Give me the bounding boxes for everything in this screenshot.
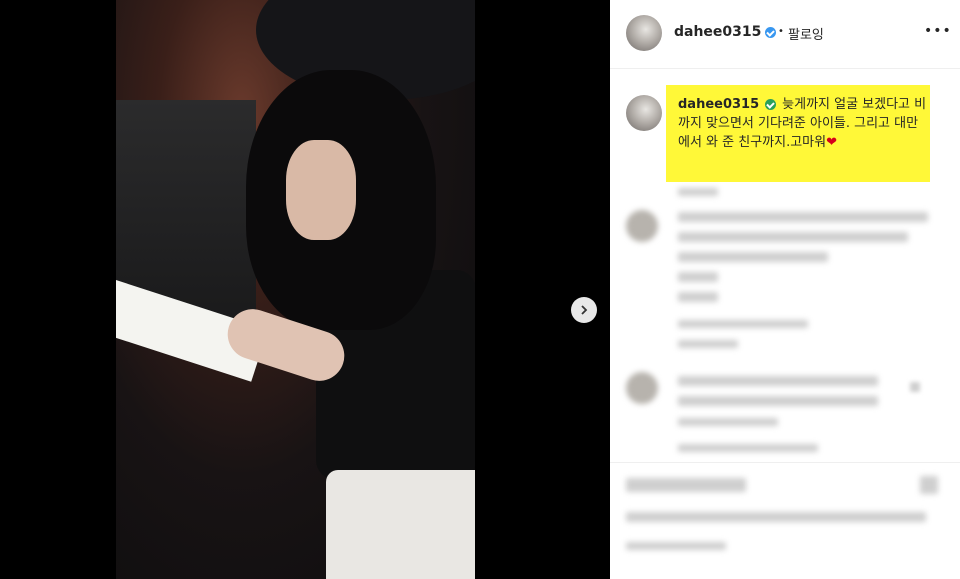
mid-gutter <box>475 0 610 579</box>
blurred-comment-line <box>678 212 928 222</box>
blurred-timestamp <box>678 188 718 196</box>
like-comment-icon[interactable] <box>910 382 920 392</box>
caption-username[interactable]: dahee0315 <box>678 97 759 112</box>
left-gutter <box>0 0 116 579</box>
caption: dahee0315 늦게까지 얼굴 보겠다고 비까지 맞으면서 기다려준 아이들.… <box>678 95 928 152</box>
next-photo-button[interactable] <box>571 297 597 323</box>
avatar[interactable] <box>626 15 662 51</box>
blurred-comment-line <box>678 252 828 262</box>
header-username[interactable]: dahee0315 <box>674 24 777 40</box>
photo-pants <box>326 470 475 579</box>
post-header: dahee0315 • 팔로잉 ••• <box>610 0 960 69</box>
follow-button[interactable]: 팔로잉 <box>788 24 824 43</box>
comment-avatar <box>626 372 658 404</box>
chevron-right-icon <box>581 305 588 315</box>
blurred-comment-meta <box>678 444 818 452</box>
blurred-comment-line <box>678 396 878 406</box>
verified-badge-icon <box>765 99 777 110</box>
blurred-comment-meta <box>678 320 808 328</box>
blurred-action-icons[interactable] <box>626 478 746 492</box>
separator-dot: • <box>778 26 784 37</box>
photo-face <box>286 140 356 240</box>
post-photo <box>116 0 475 579</box>
comment-avatar <box>626 210 658 242</box>
blurred-comment-line <box>678 376 878 386</box>
verified-badge-icon <box>765 26 777 38</box>
blurred-date <box>626 542 726 550</box>
heart-icon: ❤ <box>826 135 837 150</box>
post-side-panel: dahee0315 • 팔로잉 ••• dahee0315 늦게까지 얼굴 보겠다… <box>610 0 960 579</box>
blurred-comment-line <box>678 232 908 242</box>
blurred-comment-meta <box>678 340 738 348</box>
caption-avatar[interactable] <box>626 95 662 131</box>
username-text[interactable]: dahee0315 <box>674 24 761 40</box>
blurred-comment-line <box>678 272 718 282</box>
divider <box>610 462 960 463</box>
bookmark-icon[interactable] <box>920 476 938 494</box>
blurred-comment-line <box>678 292 718 302</box>
more-options-icon[interactable]: ••• <box>924 23 952 39</box>
blurred-likes <box>626 512 926 522</box>
blurred-comment-meta <box>678 418 778 426</box>
